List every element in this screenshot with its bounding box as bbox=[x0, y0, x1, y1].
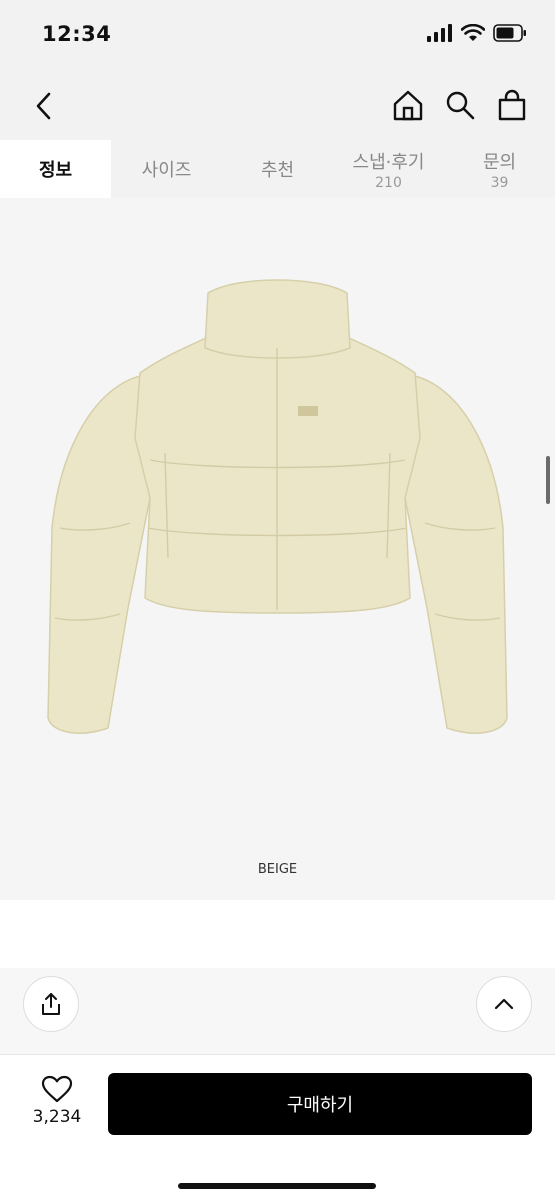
like-count: 3,234 bbox=[32, 1107, 82, 1127]
tab-inquiry[interactable]: 문의 39 bbox=[444, 140, 555, 198]
cart-button[interactable] bbox=[495, 86, 529, 124]
home-indicator bbox=[178, 1183, 376, 1189]
tab-label: 사이즈 bbox=[141, 160, 192, 181]
status-icons bbox=[427, 24, 527, 42]
jacket-left-sleeve bbox=[47, 375, 151, 734]
share-button[interactable] bbox=[23, 976, 79, 1032]
tab-info[interactable]: 정보 bbox=[0, 140, 111, 198]
battery-icon bbox=[493, 24, 526, 42]
floating-actions bbox=[0, 968, 555, 1054]
tab-label: 정보 bbox=[38, 160, 73, 181]
tab-recommend[interactable]: 추천 bbox=[222, 140, 333, 198]
product-color-label: BEIGE bbox=[257, 862, 298, 877]
tab-snap-review[interactable]: 스냅·후기 210 bbox=[333, 140, 444, 198]
signal-icon bbox=[427, 24, 452, 42]
back-button[interactable] bbox=[26, 88, 62, 124]
tab-label: 문의 bbox=[482, 151, 517, 173]
buy-button[interactable]: 구매하기 bbox=[108, 1073, 532, 1135]
tab-size[interactable]: 사이즈 bbox=[111, 140, 222, 198]
home-button[interactable] bbox=[391, 86, 425, 124]
chevron-left-icon bbox=[36, 92, 51, 120]
scroll-top-button[interactable] bbox=[476, 976, 532, 1032]
tab-label: 추천 bbox=[260, 160, 295, 181]
wifi-icon bbox=[461, 24, 485, 41]
tab-label: 스냅·후기 bbox=[352, 151, 425, 173]
jacket-logo bbox=[298, 406, 318, 416]
chevron-up-icon bbox=[494, 998, 514, 1010]
search-icon bbox=[446, 91, 475, 120]
shopping-bag-icon bbox=[498, 89, 526, 121]
product-image[interactable] bbox=[0, 198, 555, 900]
jacket-right-sleeve bbox=[404, 375, 508, 734]
heart-icon bbox=[41, 1075, 73, 1103]
bottom-bar: 3,234 구매하기 bbox=[0, 1054, 555, 1201]
tab-count: 39 bbox=[490, 174, 509, 191]
search-button[interactable] bbox=[443, 86, 477, 124]
product-tabs: 정보 사이즈 추천 스냅·후기 210 문의 39 bbox=[0, 140, 555, 198]
jacket-collar bbox=[204, 279, 351, 359]
scrollbar[interactable] bbox=[546, 456, 550, 504]
product-image-area: BEIGE bbox=[0, 198, 555, 900]
status-time: 12:34 bbox=[42, 22, 112, 46]
like-button[interactable]: 3,234 bbox=[26, 1075, 88, 1127]
status-bar: 12:34 bbox=[0, 0, 555, 72]
nav-bar bbox=[0, 72, 555, 140]
tab-count: 210 bbox=[375, 174, 402, 191]
share-icon bbox=[42, 993, 60, 1015]
home-icon bbox=[393, 90, 423, 121]
content-gap bbox=[0, 900, 555, 968]
